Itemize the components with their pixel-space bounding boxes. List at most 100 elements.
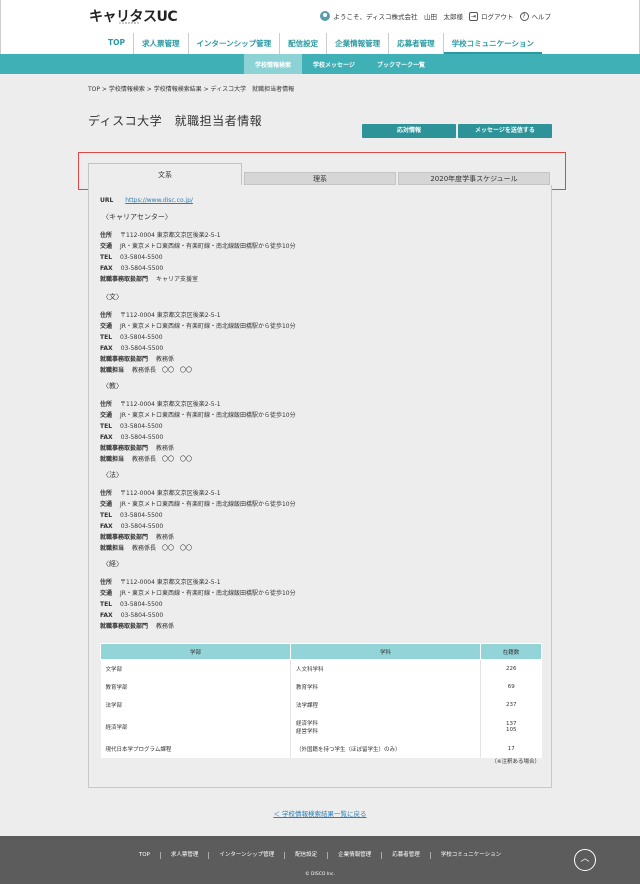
logout-link[interactable]: ログアウト — [481, 11, 514, 21]
transit-value: JR・東京メトロ東西線・有楽町線・南北線飯田橋駅から徒歩10分 — [120, 412, 296, 419]
table-header-subject: 学科 — [290, 643, 481, 660]
back-to-results-link[interactable]: ＜ 学校情報検索結果一覧に戻る — [0, 808, 640, 818]
count-cell: 17 — [480, 739, 542, 758]
gnav-school-communication[interactable]: 学校コミュニケーション — [443, 33, 542, 54]
subject-line: 経済学科 — [296, 720, 319, 727]
gnav-top[interactable]: TOP — [100, 33, 134, 54]
section-heading: 〈法〉 — [102, 471, 123, 479]
url-link[interactable]: https://www.disc.co.jp/ — [125, 197, 193, 204]
count-cell: 226 — [480, 659, 542, 678]
transit-label: 交通 — [100, 412, 113, 419]
address-value: 〒112-0004 東京都文京区後楽2-5-1 — [120, 579, 221, 586]
contact-info-button[interactable]: 応対情報 — [362, 124, 456, 138]
footer-nav: TOP 求人票管理 インターンシップ管理 配信設定 企業情報管理 応募者管理 学… — [0, 852, 640, 859]
gnav-delivery[interactable]: 配信設定 — [280, 33, 328, 54]
subject-line: 経営学科 — [296, 728, 319, 735]
dept-cell: 教育学部 — [100, 677, 291, 696]
person-value: 教務係長 〇〇 〇〇 — [132, 545, 193, 552]
footer: TOP 求人票管理 インターンシップ管理 配信設定 企業情報管理 応募者管理 学… — [0, 836, 640, 884]
fax-label: FAX — [100, 434, 113, 441]
subject-cell: （外国籍を持つ学生（ほぼ留学生）のみ） — [290, 739, 481, 758]
gnav-job-postings[interactable]: 求人票管理 — [134, 33, 189, 54]
gnav-applicants[interactable]: 応募者管理 — [389, 33, 444, 54]
transit-value: JR・東京メトロ東西線・有楽町線・南北線飯田橋駅から徒歩10分 — [120, 501, 296, 508]
address-value: 〒112-0004 東京都文京区後楽2-5-1 — [120, 401, 221, 408]
transit-value: JR・東京メトロ東西線・有楽町線・南北線飯田橋駅から徒歩10分 — [120, 243, 296, 250]
address-label: 住所 — [100, 401, 113, 408]
transit-label: 交通 — [100, 501, 113, 508]
footer-nav-company-info[interactable]: 企業情報管理 — [328, 852, 383, 859]
section-economics: 〈経〉 住所 〒112-0004 東京都文京区後楽2-5-1 交通 JR・東京メトロ… — [100, 559, 296, 632]
user-area: ようこそ、ディスコ株式会社 山田 太郎様 ⇥ ログアウト ? ヘルプ — [320, 11, 551, 21]
address-label: 住所 — [100, 312, 113, 319]
footer-nav-top[interactable]: TOP — [129, 852, 161, 859]
tel-label: TEL — [100, 254, 113, 261]
person-value: 教務係長 〇〇 〇〇 — [132, 456, 193, 463]
help-link[interactable]: ヘルプ — [532, 11, 552, 21]
count-cell: 69 — [480, 677, 542, 696]
dept-cell: 文学部 — [100, 659, 291, 678]
user-icon — [320, 11, 331, 21]
footer-nav-school-communication[interactable]: 学校コミュニケーション — [431, 852, 511, 859]
send-message-button[interactable]: メッセージを送信する — [458, 124, 552, 138]
tel-value: 03-5804-5500 — [120, 601, 163, 608]
subnav-school-message[interactable]: 学校メッセージ — [302, 54, 366, 74]
office-label: 就職事務取扱部門 — [100, 356, 149, 363]
tel-value: 03-5804-5500 — [120, 334, 163, 341]
subnav-bookmarks[interactable]: ブックマーク一覧 — [366, 54, 436, 74]
tel-value: 03-5804-5500 — [120, 254, 163, 261]
department-table: 学部 学科 在籍数 文学部 人文科学科 226 教育学部 教育学科 69 法学部… — [100, 643, 542, 758]
logo-subtext: CAREERS — [119, 21, 141, 25]
table-header-count: 在籍数 — [480, 643, 542, 660]
transit-label: 交通 — [100, 243, 113, 250]
fax-value: 03-5804-5500 — [120, 345, 164, 352]
subnav-school-search[interactable]: 学校情報検索 — [244, 54, 303, 74]
footer-nav-internship[interactable]: インターンシップ管理 — [209, 852, 286, 859]
greeting-text: ようこそ、ディスコ株式会社 山田 太郎様 — [333, 13, 463, 21]
count-cell: 137 105 — [480, 713, 542, 740]
help-icon[interactable]: ? — [519, 11, 529, 21]
sub-nav: 学校情報検索 学校メッセージ ブックマーク一覧 — [0, 54, 640, 74]
url-label: URL — [100, 197, 114, 204]
tel-label: TEL — [100, 512, 113, 519]
office-value: 教務係 — [156, 356, 175, 363]
person-label: 就職担当 — [100, 545, 125, 552]
gnav-company-info[interactable]: 企業情報管理 — [327, 33, 390, 54]
address-value: 〒112-0004 東京都文京区後楽2-5-1 — [120, 490, 221, 497]
footer-nav-delivery[interactable]: 配信設定 — [285, 852, 329, 859]
office-value: 教務係 — [156, 623, 175, 630]
table-header-dept: 学部 — [100, 643, 291, 660]
logout-icon[interactable]: ⇥ — [469, 11, 478, 21]
copyright: © DISCO Inc. — [305, 872, 335, 877]
tel-value: 03-5804-5500 — [120, 423, 163, 430]
gnav-internship[interactable]: インターンシップ管理 — [189, 33, 281, 54]
office-label: 就職事務取扱部門 — [100, 534, 149, 541]
url-row: URL https://www.disc.co.jp/ — [100, 197, 193, 204]
address-value: 〒112-0004 東京都文京区後楽2-5-1 — [120, 232, 221, 239]
office-value: 教務係 — [156, 534, 175, 541]
footer-nav-job-postings[interactable]: 求人票管理 — [161, 852, 210, 859]
table-row: 法学部 法学課程 237 — [100, 695, 542, 714]
address-value: 〒112-0004 東京都文京区後楽2-5-1 — [120, 312, 221, 319]
breadcrumb[interactable]: TOP > 学校情報検索 > 学校情報検索結果 > ディスコ大学 就職担当者情報 — [88, 84, 294, 93]
subject-cell: 人文科学科 — [290, 659, 481, 678]
person-label: 就職担当 — [100, 367, 125, 374]
dept-cell: 現代日本学プログラム課程 — [100, 739, 291, 758]
subject-cell: 法学課程 — [290, 695, 481, 714]
office-label: 就職事務取扱部門 — [100, 445, 149, 452]
address-label: 住所 — [100, 579, 113, 586]
tel-label: TEL — [100, 334, 113, 341]
footer-nav-applicants[interactable]: 応募者管理 — [382, 852, 431, 859]
tel-label: TEL — [100, 423, 113, 430]
subject-cell: 経済学科 経営学科 — [290, 713, 481, 740]
chevron-up-icon[interactable]: ︿ — [574, 849, 596, 871]
fax-label: FAX — [100, 345, 113, 352]
transit-label: 交通 — [100, 590, 113, 597]
fax-value: 03-5804-5500 — [120, 612, 164, 619]
office-value: 教務係 — [156, 445, 175, 452]
fax-value: 03-5804-5500 — [120, 523, 164, 530]
fax-value: 03-5804-5500 — [120, 434, 164, 441]
section-career-center: 〈キャリアセンター〉 住所 〒112-0004 東京都文京区後楽2-5-1 交通 J… — [100, 212, 296, 285]
transit-value: JR・東京メトロ東西線・有楽町線・南北線飯田橋駅から徒歩10分 — [120, 590, 296, 597]
tab-content: URL https://www.disc.co.jp/ 〈キャリアセンター〉 住… — [88, 185, 552, 788]
